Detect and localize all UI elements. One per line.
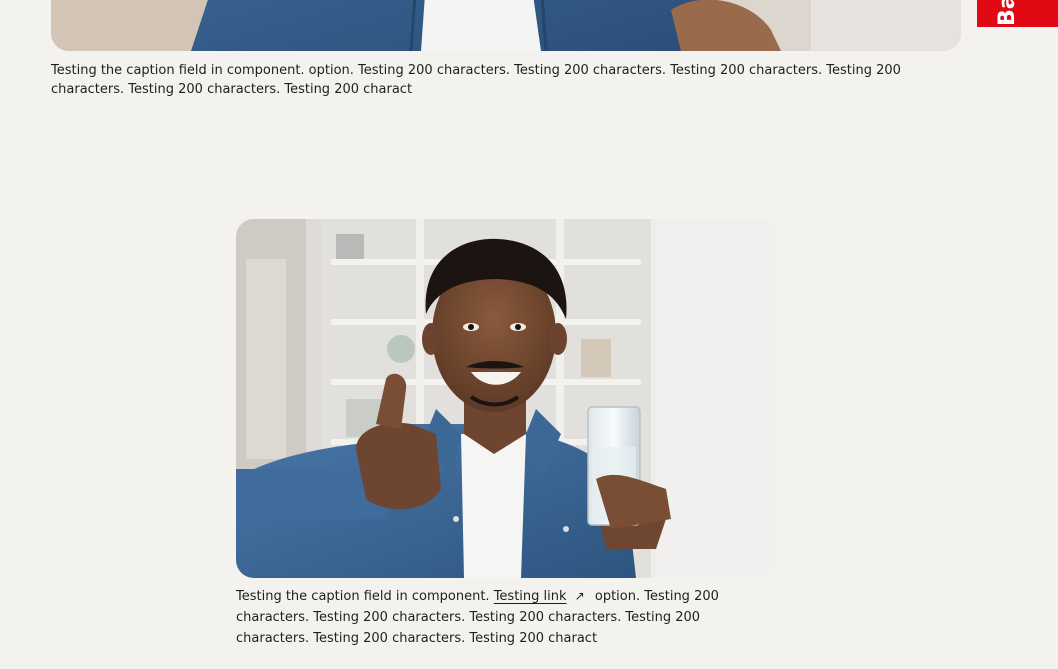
figure-caption-top: Testing the caption field in component. … <box>51 63 901 97</box>
figure-image-top <box>51 0 961 51</box>
external-link-icon: ↗ <box>574 589 585 603</box>
caption-text-before-link: Testing the caption field in component. <box>236 589 490 604</box>
figure-image-main <box>236 219 776 578</box>
caption-link[interactable]: Testing link <box>494 589 567 604</box>
side-tab-label: Ba <box>995 0 1020 26</box>
figure-caption-main: Testing the caption field in component. … <box>236 586 776 649</box>
side-tab[interactable]: Ba <box>977 0 1058 27</box>
page: Testing the caption field in component. … <box>0 0 1058 669</box>
